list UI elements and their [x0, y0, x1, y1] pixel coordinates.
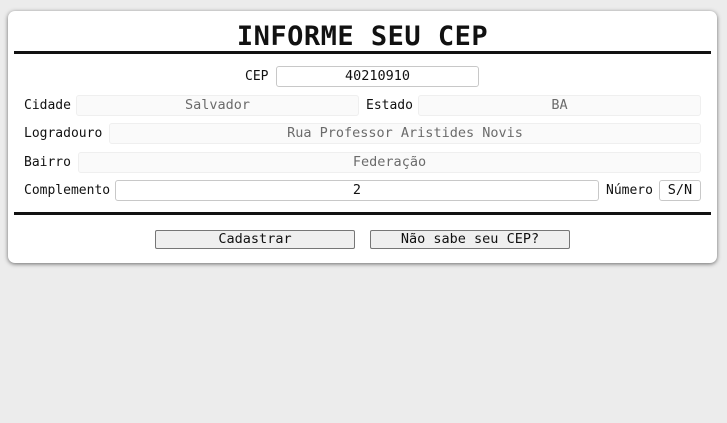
- cidade-field[interactable]: Salvador: [76, 95, 359, 116]
- numero-input[interactable]: S/N: [659, 180, 701, 201]
- form-title: INFORME SEU CEP: [236, 21, 489, 52]
- cep-input[interactable]: 40210910: [276, 66, 479, 87]
- cadastrar-button[interactable]: Cadastrar: [155, 230, 355, 249]
- bottom-divider: [14, 212, 711, 215]
- complemento-input[interactable]: 2: [115, 180, 599, 201]
- bairro-field[interactable]: Federação: [78, 152, 701, 173]
- logradouro-label: Logradouro: [24, 126, 103, 141]
- cep-label: CEP: [245, 69, 269, 84]
- logradouro-field[interactable]: Rua Professor Aristides Novis: [109, 123, 701, 144]
- cep-form-card: INFORME SEU CEP CEP 40210910 Cidade Salv…: [8, 11, 717, 263]
- complemento-label: Complemento: [24, 183, 111, 198]
- estado-field[interactable]: BA: [418, 95, 701, 116]
- bairro-label: Bairro: [24, 155, 71, 170]
- top-divider: [14, 51, 711, 54]
- numero-label: Número: [606, 183, 653, 198]
- estado-label: Estado: [366, 98, 413, 113]
- nao-sabe-cep-button[interactable]: Não sabe seu CEP?: [370, 230, 570, 249]
- cidade-label: Cidade: [24, 98, 71, 113]
